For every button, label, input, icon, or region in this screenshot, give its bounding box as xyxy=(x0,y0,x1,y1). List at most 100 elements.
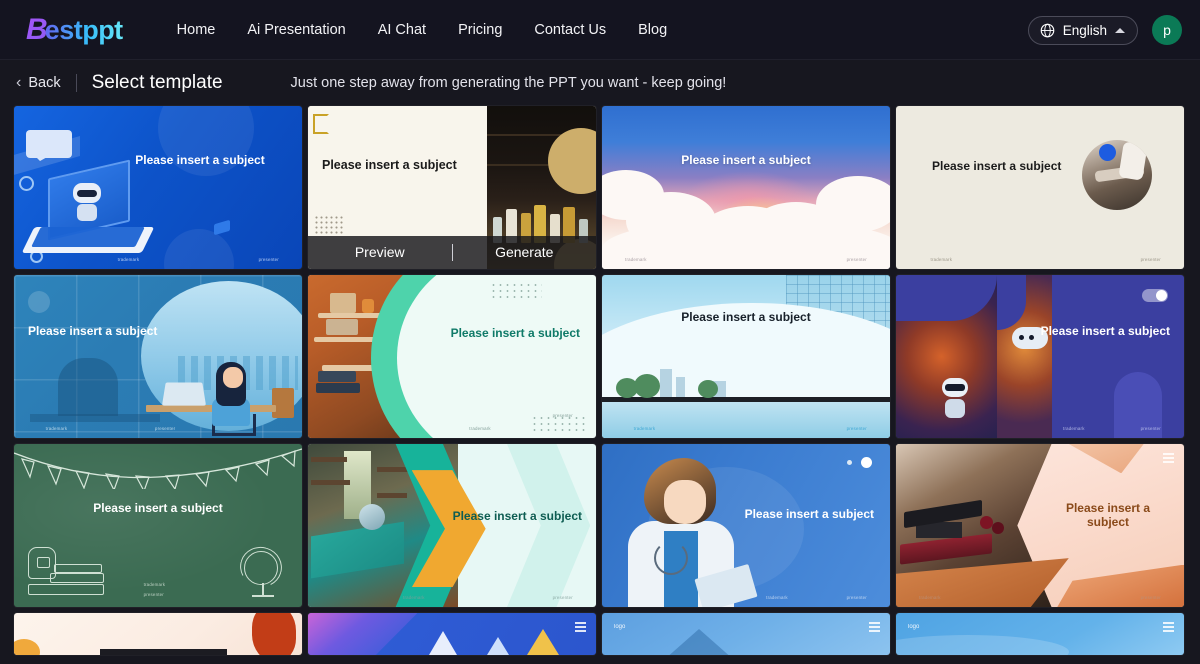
slide-subject-7: Please insert a subject xyxy=(681,310,811,324)
template-card-4[interactable]: Please insert a subject trademark presen… xyxy=(895,105,1185,270)
slide-trademark-10: trademark xyxy=(403,595,425,600)
card-hover-overlay-2: Preview Generate xyxy=(308,236,596,269)
template-thumbnail-10: Please insert a subject trademark presen… xyxy=(308,444,596,607)
header-actions: English p xyxy=(1027,0,1182,60)
slide-subject-12: Please insert a subject xyxy=(1065,501,1151,529)
slide-trademark-3: trademark xyxy=(625,257,647,262)
slide-presenter-4: presenter xyxy=(1140,257,1161,262)
template-card-8[interactable]: Please insert a subject trademark presen… xyxy=(895,274,1185,439)
slide-logo-15: logo xyxy=(614,624,626,630)
generate-button-2[interactable]: Generate xyxy=(453,236,597,269)
slide-trademark-8: trademark xyxy=(1063,426,1085,431)
template-thumbnail-1: Please insert a subject trademark presen… xyxy=(14,106,302,269)
template-thumbnail-3: Please insert a subject trademark presen… xyxy=(602,106,890,269)
nav-item-pricing[interactable]: Pricing xyxy=(456,18,504,42)
slide-presenter-8: presenter xyxy=(1140,426,1161,431)
slide-subject-10: Please insert a subject xyxy=(452,509,582,523)
template-thumbnail-9: Please insert a subject trademark presen… xyxy=(14,444,302,607)
slide-presenter-12: presenter xyxy=(1140,595,1161,600)
logo-letter-b: B xyxy=(26,12,48,46)
page-title: Select template xyxy=(91,72,223,93)
slide-subject-2: Please insert a subject xyxy=(322,158,457,172)
template-thumbnail-7: Please insert a subject trademark presen… xyxy=(602,275,890,438)
template-card-11[interactable]: Please insert a subject trademark presen… xyxy=(601,443,891,608)
slide-trademark-11: trademark xyxy=(766,595,788,600)
slide-trademark-12: trademark xyxy=(919,595,941,600)
template-thumbnail-4: Please insert a subject trademark presen… xyxy=(896,106,1184,269)
slide-trademark-4: trademark xyxy=(930,257,953,262)
slide-trademark-1: trademark xyxy=(117,257,140,262)
template-thumbnail-8: Please insert a subject trademark presen… xyxy=(896,275,1184,438)
slide-presenter-10: presenter xyxy=(552,595,573,600)
slide-trademark-6: trademark xyxy=(469,426,491,431)
slide-dot-pattern-2 xyxy=(314,215,344,235)
template-card-2[interactable]: Please insert a subject Preview Generate xyxy=(307,105,597,270)
user-avatar[interactable]: p xyxy=(1152,15,1182,45)
slide-subject-4: Please insert a subject xyxy=(932,159,1062,173)
template-thumbnail-15: logo xyxy=(602,613,890,655)
template-card-7[interactable]: Please insert a subject trademark presen… xyxy=(601,274,891,439)
template-card-10[interactable]: Please insert a subject trademark presen… xyxy=(307,443,597,608)
slide-subject-5: Please insert a subject xyxy=(28,324,158,338)
template-card-14[interactable] xyxy=(307,612,597,656)
slide-subject-11: Please insert a subject xyxy=(744,507,874,521)
slide-presenter-6: presenter xyxy=(552,413,573,418)
nav-item-home[interactable]: Home xyxy=(175,18,218,42)
slide-presenter-7: presenter xyxy=(846,426,867,431)
template-card-1[interactable]: Please insert a subject trademark presen… xyxy=(13,105,303,270)
slide-presenter-11: presenter xyxy=(846,595,867,600)
template-thumbnail-16: logo xyxy=(896,613,1184,655)
slide-subject-9: Please insert a subject xyxy=(93,501,223,515)
hamburger-menu-icon-16 xyxy=(1163,622,1174,635)
template-card-5[interactable]: Please insert a subject trademark presen… xyxy=(13,274,303,439)
nav-item-contact-us[interactable]: Contact Us xyxy=(532,18,608,42)
main-nav: Home Ai Presentation AI Chat Pricing Con… xyxy=(175,18,669,42)
template-thumbnail-14 xyxy=(308,613,596,655)
template-thumbnail-5: Please insert a subject trademark presen… xyxy=(14,275,302,438)
nav-item-ai-presentation[interactable]: Ai Presentation xyxy=(245,18,347,42)
template-card-6[interactable]: Please insert a subject trademark presen… xyxy=(307,274,597,439)
template-thumbnail-13 xyxy=(14,613,302,655)
template-card-3[interactable]: Please insert a subject trademark presen… xyxy=(601,105,891,270)
slide-subject-8: Please insert a subject xyxy=(1040,324,1170,338)
slide-square-mark-2 xyxy=(313,114,329,134)
back-button[interactable]: ‹ Back xyxy=(16,74,61,92)
slide-subject-1: Please insert a subject xyxy=(135,153,265,167)
hamburger-menu-icon-14 xyxy=(575,622,586,635)
slide-presenter-5: presenter xyxy=(154,426,176,431)
template-grid: Please insert a subject trademark presen… xyxy=(0,105,1200,656)
nav-item-blog[interactable]: Blog xyxy=(636,18,669,42)
slide-presenter-1: presenter xyxy=(258,257,279,262)
template-card-12[interactable]: Please insert a subject trademark presen… xyxy=(895,443,1185,608)
language-selector[interactable]: English xyxy=(1027,15,1138,45)
nav-item-ai-chat[interactable]: AI Chat xyxy=(376,18,428,42)
chevron-up-icon xyxy=(1115,27,1125,33)
template-thumbnail-12: Please insert a subject trademark presen… xyxy=(896,444,1184,607)
slide-trademark-9: trademark xyxy=(143,582,166,587)
template-card-16[interactable]: logo xyxy=(895,612,1185,656)
slide-trademark-5: trademark xyxy=(45,426,68,431)
chevron-left-icon: ‹ xyxy=(16,74,22,91)
page-subheader: ‹ Back Select template Just one step awa… xyxy=(0,60,1200,106)
slide-toggle-8 xyxy=(1142,289,1168,302)
slide-presenter-9: presenter xyxy=(143,592,164,597)
preview-button-2[interactable]: Preview xyxy=(308,236,452,269)
template-card-13[interactable] xyxy=(13,612,303,656)
slide-presenter-3: presenter xyxy=(846,257,867,262)
back-label: Back xyxy=(28,75,61,91)
subheader-divider xyxy=(75,74,77,92)
template-thumbnail-6: Please insert a subject trademark presen… xyxy=(308,275,596,438)
slide-logo-16: logo xyxy=(908,624,920,630)
slide-trademark-7: trademark xyxy=(633,426,656,431)
slide-subject-3: Please insert a subject xyxy=(681,153,811,167)
globe-icon xyxy=(1040,23,1055,37)
template-card-15[interactable]: logo xyxy=(601,612,891,656)
top-navbar: B estppt Home Ai Presentation AI Chat Pr… xyxy=(0,0,1200,60)
template-thumbnail-11: Please insert a subject trademark presen… xyxy=(602,444,890,607)
bunting-icon xyxy=(14,448,302,489)
brand-logo[interactable]: B estppt xyxy=(26,13,123,47)
template-card-9[interactable]: Please insert a subject trademark presen… xyxy=(13,443,303,608)
hamburger-menu-icon-12 xyxy=(1163,453,1174,466)
logo-text: estppt xyxy=(44,14,124,45)
language-label: English xyxy=(1062,22,1107,38)
